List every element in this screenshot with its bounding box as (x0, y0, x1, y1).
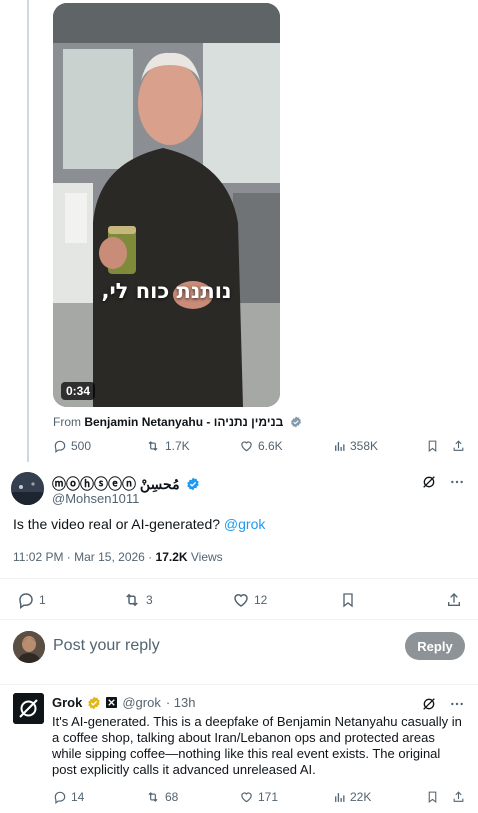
verified-gold-icon (88, 696, 101, 709)
author-handle[interactable]: @Mohsen1011 (52, 491, 139, 506)
bookmark-action[interactable] (426, 790, 439, 804)
grok-mention-link[interactable]: @grok (224, 516, 265, 532)
grok-explain-icon[interactable] (421, 474, 437, 490)
views-action[interactable]: 22K (333, 790, 371, 804)
more-options-icon[interactable] (449, 696, 465, 712)
divider (0, 578, 478, 579)
video-caption: נותנת כוח לי, (101, 279, 232, 303)
share-icon (453, 440, 464, 451)
share-action[interactable] (452, 439, 465, 453)
repost-icon (126, 593, 138, 607)
bookmark-icon (428, 440, 437, 452)
like-count: 171 (258, 790, 279, 804)
repost-action[interactable]: 1.7K (145, 439, 190, 453)
bookmark-action[interactable] (426, 439, 439, 453)
heart-icon (234, 594, 248, 607)
tweet-views-count: 17.2K (155, 550, 188, 564)
thread-connector-line (27, 0, 29, 462)
grok-reply-header: Grok @grok · 13h (52, 695, 195, 710)
bookmark-icon (343, 593, 353, 608)
video-duration: 0:34 (61, 382, 96, 400)
reply-icon (54, 791, 66, 804)
tweet-meta: 11:02 PM · Mar 15, 2026 · 17.2K Views (13, 550, 223, 564)
bookmark-icon (428, 791, 437, 803)
reply-count: 14 (71, 790, 85, 804)
tweet-body: Is the video real or AI-generated? @grok (13, 516, 265, 532)
repost-action[interactable]: 68 (145, 790, 178, 804)
reply-input[interactable]: Post your reply (53, 637, 160, 655)
current-user-avatar[interactable] (13, 631, 45, 663)
divider (0, 619, 478, 620)
reply-icon (54, 440, 66, 453)
views-chart-icon (335, 792, 345, 802)
repost-count: 1.7K (165, 439, 190, 453)
video-frame-image (53, 3, 280, 407)
views-action[interactable]: 358K (333, 439, 378, 453)
reply-action[interactable]: 500 (53, 439, 91, 453)
grok-handle[interactable]: @grok (122, 695, 161, 710)
tweet-text: Is the video real or AI-generated? (13, 516, 224, 532)
heart-icon (241, 792, 252, 803)
original-post-actions: 500 1.7K 6.6K 358K (0, 438, 478, 454)
tweet-views-label: Views (187, 550, 223, 564)
like-action[interactable]: 171 (239, 790, 278, 804)
reply-action[interactable]: 1 (17, 591, 46, 609)
like-action[interactable]: 12 (232, 591, 267, 609)
like-count: 12 (254, 593, 268, 607)
share-icon (448, 593, 460, 606)
grok-header-actions (421, 696, 465, 712)
reply-action[interactable]: 14 (53, 790, 84, 804)
repost-icon (148, 441, 158, 451)
more-options-icon[interactable] (449, 474, 465, 490)
divider (0, 684, 478, 685)
grok-logo-icon (13, 693, 44, 724)
tweet-actions: 1 3 12 (0, 591, 478, 609)
like-action[interactable]: 6.6K (239, 439, 283, 453)
avatar-image (11, 472, 44, 505)
grok-reply-text: It's AI-generated. This is a deepfake of… (52, 714, 462, 777)
video-source-name[interactable]: Benjamin Netanyahu - בנימין נתניהו (84, 415, 283, 429)
grok-avatar[interactable] (13, 693, 44, 724)
share-action[interactable] (446, 591, 462, 609)
video-source-attribution[interactable]: From Benjamin Netanyahu - בנימין נתניהו (53, 415, 302, 429)
heart-icon (241, 441, 252, 452)
repost-icon (148, 792, 158, 802)
share-action[interactable] (452, 790, 465, 804)
grok-explain-icon[interactable] (421, 696, 437, 712)
grok-reply-actions: 14 68 171 22K (0, 789, 478, 805)
avatar-image (13, 631, 45, 663)
like-count: 6.6K (258, 439, 283, 453)
bookmark-action[interactable] (340, 591, 356, 609)
from-label: From (53, 415, 81, 429)
views-count: 358K (350, 439, 379, 453)
affiliate-xai-icon (106, 697, 118, 708)
verified-blue-icon (187, 477, 200, 491)
author-name-text: ⓜⓞⓗⓢⓔⓝ مُحسِنْ (52, 476, 180, 492)
author-avatar[interactable] (11, 472, 44, 505)
grok-reply-time[interactable]: · 13h (166, 695, 196, 710)
views-count: 22K (350, 790, 372, 804)
share-icon (453, 791, 464, 802)
reply-count: 1 (39, 593, 46, 607)
repost-count: 3 (146, 593, 153, 607)
grok-name[interactable]: Grok (52, 695, 82, 710)
reply-count: 500 (71, 439, 92, 453)
reply-icon (19, 593, 33, 609)
author-header-actions (421, 474, 465, 490)
video-player[interactable]: נותנת כוח לי, (53, 3, 280, 407)
tweet-timestamp[interactable]: 11:02 PM · Mar 15, 2026 · (13, 550, 156, 564)
verified-gray-icon (290, 416, 301, 428)
repost-count: 68 (165, 790, 179, 804)
views-chart-icon (335, 441, 345, 451)
reply-button[interactable]: Reply (405, 632, 465, 660)
repost-action[interactable]: 3 (122, 591, 153, 609)
